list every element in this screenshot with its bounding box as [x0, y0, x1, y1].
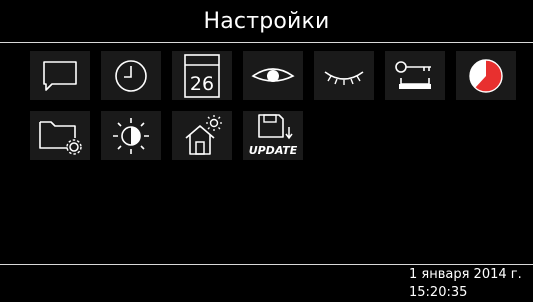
time-text: 15:20:35 [409, 285, 468, 300]
chat-bubble-icon [43, 60, 77, 91]
brightness-icon [113, 117, 149, 154]
eye-open-icon [251, 67, 295, 82]
clock-icon [115, 59, 147, 92]
page-title: Настройки [203, 8, 330, 34]
home-sun-icon [185, 114, 222, 155]
calendar-icon: 26 [184, 53, 220, 98]
folder-settings-icon [39, 120, 82, 155]
settings-grid: 26 UPDATE [30, 51, 516, 160]
calendar-day-text: 26 [190, 73, 214, 95]
home-sun-tile[interactable] [172, 111, 232, 160]
footer-divider [0, 264, 533, 265]
timer-pie-icon [469, 58, 503, 93]
brightness-tile[interactable] [101, 111, 161, 160]
key-tile[interactable] [385, 51, 445, 100]
clock-tile[interactable] [101, 51, 161, 100]
timer-tile[interactable] [456, 51, 516, 100]
save-update-icon: UPDATE [249, 113, 298, 157]
calendar-tile[interactable]: 26 [172, 51, 232, 100]
key-icon [395, 60, 431, 89]
update-label: UPDATE [249, 144, 298, 157]
eye-open-tile[interactable] [243, 51, 303, 100]
date-text: 1 января 2014 г. [409, 267, 522, 282]
update-tile[interactable]: UPDATE [243, 111, 303, 160]
header-bar: Настройки [0, 0, 533, 43]
eye-closed-icon [324, 70, 364, 85]
eye-closed-tile[interactable] [314, 51, 374, 100]
datetime-display: 1 января 2014 г. 15:20:35 [409, 266, 529, 302]
folder-settings-tile[interactable] [30, 111, 90, 160]
chat-tile[interactable] [30, 51, 90, 100]
